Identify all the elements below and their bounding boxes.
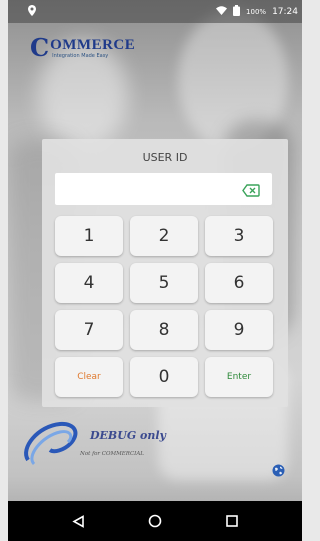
key-5[interactable]: 5 — [130, 263, 198, 303]
battery-percent: 100% — [246, 8, 267, 16]
logo-initial: C — [30, 33, 50, 62]
battery-icon — [233, 5, 241, 19]
key-1[interactable]: 1 — [55, 216, 123, 256]
key-6[interactable]: 6 — [205, 263, 273, 303]
home-icon[interactable] — [145, 511, 165, 531]
clock: 17:24 — [272, 7, 298, 17]
debug-swirl-logo — [24, 421, 78, 466]
clear-button[interactable]: Clear — [55, 357, 123, 397]
logo-tagline: Integration Made Easy — [52, 53, 109, 59]
enter-button[interactable]: Enter — [205, 357, 273, 397]
debug-watermark: DEBUG only Not for COMMERCIAL — [20, 420, 180, 470]
debug-sublabel: Not for COMMERCIAL — [80, 451, 144, 457]
debug-label: DEBUG only — [90, 429, 166, 442]
key-0[interactable]: 0 — [130, 357, 198, 397]
status-bar: 100% 17:24 — [8, 0, 302, 23]
key-2[interactable]: 2 — [130, 216, 198, 256]
commerce-logo: C OMMERCE Integration Made Easy — [30, 33, 136, 62]
key-8[interactable]: 8 — [130, 310, 198, 350]
navigation-bar — [8, 501, 302, 541]
recents-icon[interactable] — [222, 511, 242, 531]
key-7[interactable]: 7 — [55, 310, 123, 350]
globe-icon[interactable] — [272, 462, 285, 477]
key-3[interactable]: 3 — [205, 216, 273, 256]
key-9[interactable]: 9 — [205, 310, 273, 350]
device-screen: 100% 17:24 C OMMERCE Integration Made Ea… — [8, 0, 302, 541]
back-icon[interactable] — [68, 511, 88, 531]
backspace-icon[interactable] — [242, 182, 260, 197]
wifi-icon — [216, 6, 228, 18]
user-id-title: USER ID — [142, 151, 188, 164]
key-4[interactable]: 4 — [55, 263, 123, 303]
user-id-input[interactable] — [55, 173, 272, 205]
location-pin-icon — [28, 5, 36, 19]
login-panel: USER ID 1 2 3 4 5 6 7 8 9 Clear 0 Enter — [42, 139, 288, 407]
logo-word: OMMERCE — [50, 37, 136, 53]
